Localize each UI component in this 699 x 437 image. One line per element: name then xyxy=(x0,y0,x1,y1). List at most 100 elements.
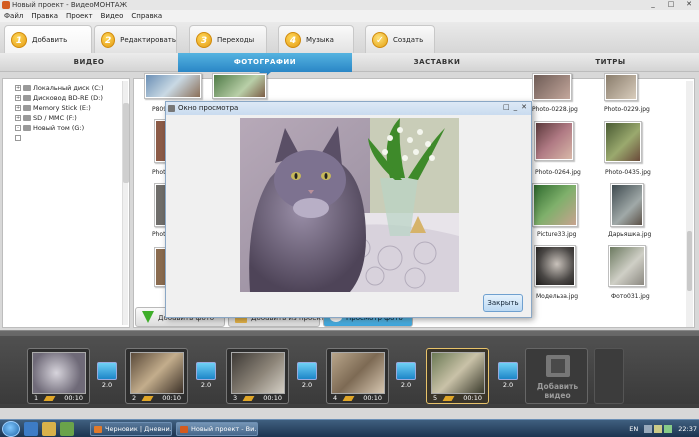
task-label: Новый проект - Ви... xyxy=(191,425,258,433)
photo-thumb[interactable] xyxy=(604,73,638,101)
timeline-slot[interactable]: 3 00:10 xyxy=(226,348,289,404)
menu-project[interactable]: Проект xyxy=(66,12,93,20)
pencil-icon[interactable] xyxy=(342,396,355,401)
timeline-slot[interactable]: 1 00:10 xyxy=(27,348,90,404)
storyboard: 1 00:10 2.0 2 00:10 2.0 3 00:10 2.0 4 00… xyxy=(0,336,699,404)
ie-icon[interactable] xyxy=(24,422,38,436)
close-button[interactable]: ✕ xyxy=(681,0,697,9)
clock[interactable]: 22:37 xyxy=(678,425,697,433)
tree-label: SD / MMC (F:) xyxy=(33,114,77,122)
photo-thumb[interactable] xyxy=(532,73,572,101)
tree-item-d[interactable]: + Дисковод BD-RE (D:) xyxy=(15,93,127,103)
transition[interactable]: 2.0 xyxy=(193,362,219,390)
photo-thumb[interactable] xyxy=(610,183,644,227)
expand-icon[interactable]: + xyxy=(15,115,21,121)
transition[interactable]: 2.0 xyxy=(393,362,419,390)
tree-item-e[interactable]: + Memory Stick (E:) xyxy=(15,103,127,113)
photo-thumb[interactable] xyxy=(532,183,578,227)
step-label: Добавить xyxy=(32,35,68,44)
step-bar: 1 Добавить 2 Редактировать 3 Переходы 4 … xyxy=(0,22,699,53)
tab-titles[interactable]: ТИТРЫ xyxy=(522,53,699,72)
menu-edit[interactable]: Правка xyxy=(31,12,58,20)
step-add[interactable]: 1 Добавить xyxy=(4,25,92,53)
close-icon[interactable]: ✕ xyxy=(521,102,527,113)
transition-duration: 2.0 xyxy=(301,381,313,389)
taskbar-item-videomontazh[interactable]: Новый проект - Ви... xyxy=(176,422,258,436)
photo-thumb[interactable] xyxy=(144,73,202,99)
firefox-icon xyxy=(94,426,102,433)
app-icon xyxy=(2,1,10,9)
pencil-icon[interactable] xyxy=(442,396,455,401)
folder-tree: + Локальный диск (C:) + Дисковод BD-RE (D:… xyxy=(2,78,130,328)
expand-icon[interactable]: + xyxy=(15,85,21,91)
tree-item-g[interactable]: - Новый том (G:) xyxy=(15,123,127,133)
explorer-icon[interactable] xyxy=(42,422,56,436)
scroll-thumb[interactable] xyxy=(123,103,129,183)
transition[interactable]: 2.0 xyxy=(294,362,320,390)
photo-thumb[interactable] xyxy=(534,121,574,161)
tree-item-c[interactable]: + Локальный диск (C:) xyxy=(15,83,127,93)
expand-icon[interactable]: - xyxy=(15,125,21,131)
tree-item-sub[interactable] xyxy=(15,133,127,143)
photo-caption: Photo-0435.jpg xyxy=(605,169,651,176)
minimize-button[interactable]: _ xyxy=(645,0,661,9)
preview-title-bar: Окно просмотра □ _ ✕ xyxy=(166,102,531,115)
timeline-slot-selected[interactable]: 5 00:10 xyxy=(426,348,489,404)
pencil-icon[interactable] xyxy=(141,396,154,401)
grid-scrollbar[interactable] xyxy=(686,81,693,327)
step-label: Редактировать xyxy=(120,35,176,44)
step-create[interactable]: ✓ Создать xyxy=(365,25,435,53)
expand-icon[interactable]: + xyxy=(15,95,21,101)
timeline-slot[interactable]: 2 00:10 xyxy=(125,348,188,404)
scroll-thumb[interactable] xyxy=(687,231,692,291)
slot-number: 2 xyxy=(132,394,137,402)
taskbar-item-browser[interactable]: Черновик | Дневни... xyxy=(90,422,172,436)
pencil-icon[interactable] xyxy=(43,396,56,401)
add-video-label: Добавить видео xyxy=(536,382,579,400)
preview-title: Окно просмотра xyxy=(178,104,239,112)
green-arrow-icon xyxy=(142,311,154,323)
expand-icon[interactable]: + xyxy=(15,105,21,111)
maximize-button[interactable]: □ xyxy=(663,0,679,9)
step-label: Переходы xyxy=(217,35,255,44)
step-number: 4 xyxy=(285,31,301,48)
step-edit[interactable]: 2 Редактировать xyxy=(94,25,177,53)
tab-intros[interactable]: ЗАСТАВКИ xyxy=(352,53,522,72)
tab-video[interactable]: ВИДЕО xyxy=(0,53,178,72)
drive-icon xyxy=(23,105,31,111)
maximize-icon[interactable]: □ xyxy=(503,102,510,113)
photo-thumb[interactable] xyxy=(534,245,576,287)
tree-scrollbar[interactable] xyxy=(122,81,129,325)
menu-file[interactable]: Файл xyxy=(4,12,23,20)
preview-window: Окно просмотра □ _ ✕ Закрыть xyxy=(165,101,532,318)
step-label: Музыка xyxy=(306,35,334,44)
step-number: 3 xyxy=(196,31,212,48)
transition[interactable]: 2.0 xyxy=(495,362,521,390)
tray-icons[interactable] xyxy=(644,425,673,433)
step-transitions[interactable]: 3 Переходы xyxy=(189,25,267,53)
tab-photos[interactable]: ФОТОГРАФИИ xyxy=(178,53,352,72)
add-video-button[interactable]: Добавить видео xyxy=(525,348,588,404)
timeline-slot[interactable]: 4 00:10 xyxy=(326,348,389,404)
media-icon[interactable] xyxy=(60,422,74,436)
photo-thumb[interactable] xyxy=(212,73,267,99)
step-music[interactable]: 4 Музыка xyxy=(278,25,354,53)
photo-thumb[interactable] xyxy=(608,245,646,287)
tree-item-f[interactable]: + SD / MMC (F:) xyxy=(15,113,127,123)
language-indicator[interactable]: EN xyxy=(629,425,638,433)
transition-duration: 2.0 xyxy=(502,381,514,389)
minimize-icon[interactable]: _ xyxy=(514,102,518,113)
pencil-icon[interactable] xyxy=(242,396,255,401)
photo-thumb[interactable] xyxy=(604,121,642,163)
close-preview-button[interactable]: Закрыть xyxy=(483,294,523,312)
photo-caption: Photo-0264.jpg xyxy=(535,169,581,176)
start-button[interactable] xyxy=(2,421,20,437)
slot-duration: 00:10 xyxy=(64,394,83,402)
title-bar: Новый проект - ВидеоМОНТАЖ _ □ ✕ xyxy=(0,0,699,10)
menu-video[interactable]: Видео xyxy=(101,12,124,20)
transition-icon xyxy=(97,362,117,380)
menu-help[interactable]: Справка xyxy=(131,12,162,20)
task-label: Черновик | Дневни... xyxy=(105,425,172,433)
transition[interactable]: 2.0 xyxy=(94,362,120,390)
expand-icon[interactable] xyxy=(15,135,21,141)
